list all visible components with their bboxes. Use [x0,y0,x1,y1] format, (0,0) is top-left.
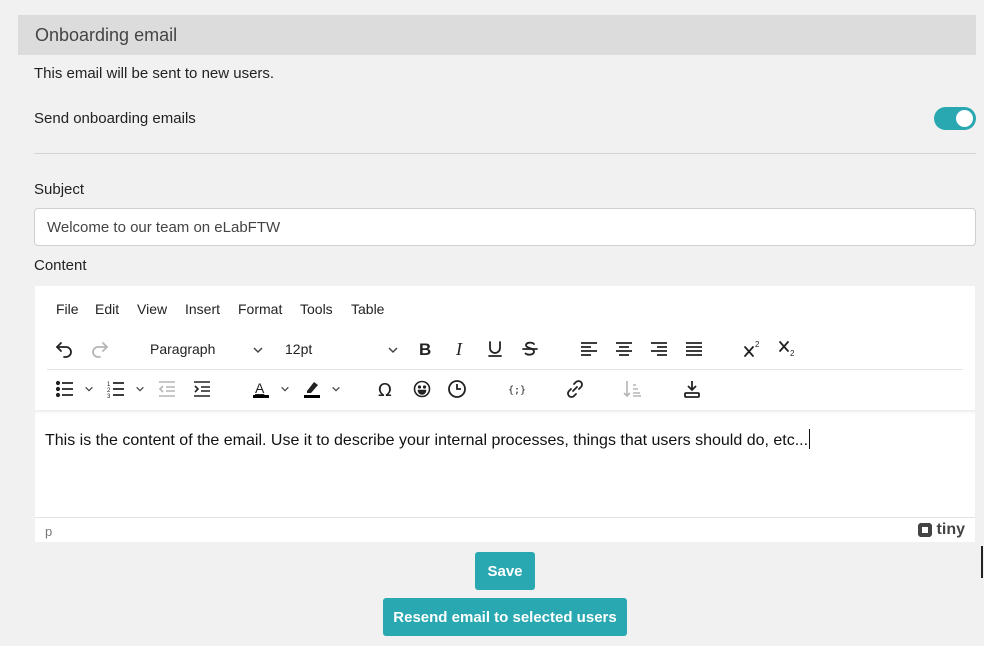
italic-icon[interactable]: I [445,334,475,364]
menu-edit[interactable]: Edit [95,301,119,317]
align-center-icon[interactable] [609,334,639,364]
align-justify-icon[interactable] [679,334,709,364]
bold-icon[interactable]: B [410,334,440,364]
content-label: Content [34,257,87,274]
bullet-list-icon[interactable] [50,374,80,404]
align-left-icon[interactable] [574,334,604,364]
svg-text:2: 2 [755,340,760,349]
link-icon[interactable] [560,374,590,404]
editor-content[interactable]: This is the content of the email. Use it… [45,429,811,450]
menu-table[interactable]: Table [351,301,384,317]
toggle-label: Send onboarding emails [34,110,196,127]
section-title: Onboarding email [35,25,178,45]
block-format-select[interactable]: Paragraph [142,334,270,364]
subject-input[interactable] [34,208,976,246]
text-color-icon[interactable]: A [246,374,276,404]
chevron-down-icon [253,347,263,354]
toolbar-separator [47,369,963,370]
divider [34,153,976,154]
download-icon[interactable] [677,374,707,404]
tiny-branding[interactable]: tiny [917,521,965,539]
svg-text:I: I [455,339,463,359]
undo-icon[interactable] [49,334,79,364]
tiny-text: tiny [936,521,965,538]
svg-text:A: A [255,380,265,396]
rich-text-editor: File Edit View Insert Format Tools Table… [35,286,975,542]
subject-label: Subject [34,181,85,198]
align-right-icon[interactable] [644,334,674,364]
code-sample-icon[interactable]: {;} [501,374,531,404]
strikethrough-icon[interactable] [515,334,545,364]
menu-format[interactable]: Format [238,301,282,317]
menu-insert[interactable]: Insert [185,301,220,317]
editor-menubar: File Edit View Insert Format Tools Table [35,286,975,330]
font-size-select[interactable]: 12pt [277,334,405,364]
menu-view[interactable]: View [137,301,167,317]
save-button[interactable]: Save [475,552,535,590]
special-character-icon[interactable]: Ω [371,374,401,404]
tiny-logo-icon [917,523,932,537]
outdent-icon[interactable] [152,374,182,404]
subscript-icon[interactable]: 2 [773,334,803,364]
svg-text:3: 3 [107,394,111,399]
toolbar-row-1: Paragraph 12pt B I 2 2 [35,334,975,374]
section-header: Onboarding email [18,15,976,55]
send-onboarding-toggle[interactable] [934,107,976,130]
svg-text:2: 2 [790,349,795,358]
editor-body-text: This is the content of the email. Use it… [45,432,809,449]
superscript-icon[interactable]: 2 [738,334,768,364]
window-edge [981,546,983,578]
resend-email-button[interactable]: Resend email to selected users [383,598,627,636]
emoji-icon[interactable] [407,374,437,404]
editor-statusbar: p tiny [35,517,975,542]
svg-text:Ω: Ω [378,380,392,399]
toolbar-shadow [35,410,975,414]
section-description: This email will be sent to new users. [34,65,275,82]
chevron-down-icon[interactable] [330,374,342,404]
underline-icon[interactable] [480,334,510,364]
chevron-down-icon[interactable] [279,374,291,404]
toolbar-row-2: 123 A Ω {;} [35,374,975,414]
numbered-list-icon[interactable]: 123 [101,374,131,404]
chevron-down-icon[interactable] [83,374,95,404]
redo-icon[interactable] [85,334,115,364]
menu-tools[interactable]: Tools [300,301,333,317]
svg-text:B: B [419,340,431,359]
block-format-value: Paragraph [150,341,216,357]
text-cursor [809,429,811,449]
indent-icon[interactable] [187,374,217,404]
menu-file[interactable]: File [56,301,79,317]
font-size-value: 12pt [285,341,313,357]
toggle-knob [956,110,973,127]
chevron-down-icon [388,347,398,354]
sort-icon[interactable] [618,374,648,404]
chevron-down-icon[interactable] [134,374,146,404]
svg-text:{;}: {;} [508,385,526,396]
insert-time-icon[interactable] [442,374,472,404]
highlight-icon[interactable] [297,374,327,404]
element-path[interactable]: p [45,524,52,539]
